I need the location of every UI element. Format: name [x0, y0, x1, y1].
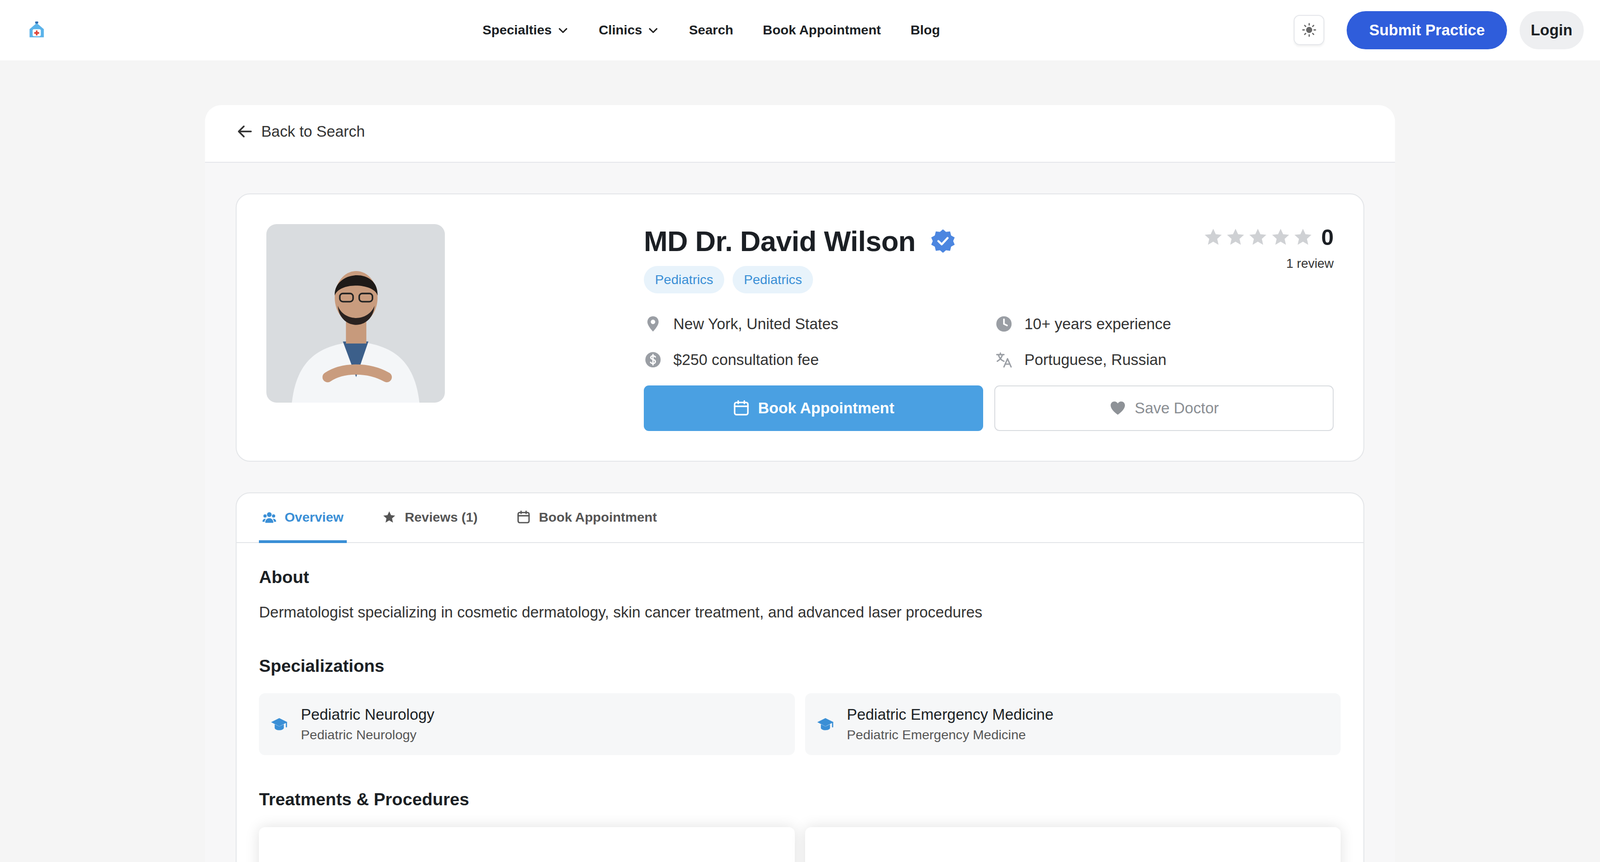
- heart-icon: [1109, 399, 1127, 417]
- star-icon: [1247, 226, 1269, 248]
- login-button[interactable]: Login: [1519, 11, 1584, 50]
- detail-item: $250 consultation fee: [643, 350, 983, 370]
- overview-panel: About Dermatologist specializing in cosm…: [236, 542, 1364, 862]
- dollar-icon: [643, 350, 663, 370]
- doctor-details: New York, United States 10+ years experi…: [643, 314, 1334, 369]
- star-icon: [1292, 226, 1314, 248]
- star-icon: [1225, 226, 1246, 248]
- tab-bar: Overview Reviews (1) Book Appointment: [236, 493, 1364, 543]
- specializations-list: Pediatric Neurology Pediatric Neurology …: [258, 693, 1341, 755]
- name-row: MD Dr. David Wilson PediatricsPediatrics…: [643, 224, 1334, 294]
- back-bar: Back to Search: [204, 105, 1395, 163]
- specialty-tag[interactable]: Pediatrics: [643, 265, 725, 294]
- doctor-info: MD Dr. David Wilson PediatricsPediatrics…: [643, 224, 1334, 432]
- nav-link[interactable]: Book Appointment: [762, 22, 881, 38]
- clock-icon: [994, 314, 1014, 334]
- name-line: MD Dr. David Wilson: [643, 224, 957, 259]
- nav-actions: Submit Practice Login: [1293, 11, 1584, 50]
- treatment-item: [805, 826, 1342, 862]
- specialization-item: Pediatric Emergency Medicine Pediatric E…: [805, 693, 1342, 755]
- graduation-cap-icon: [816, 714, 835, 734]
- about-text: Dermatologist specializing in cosmetic d…: [258, 603, 1341, 622]
- doctor-name: MD Dr. David Wilson: [643, 224, 916, 259]
- page: Specialties Clinics Search Book Appointm…: [0, 0, 1600, 862]
- profile-tabs-card: Overview Reviews (1) Book Appointment Ab…: [235, 492, 1365, 862]
- calendar-icon: [732, 399, 750, 417]
- save-doctor-button[interactable]: Save Doctor: [994, 385, 1334, 432]
- doctor-header-card: MD Dr. David Wilson PediatricsPediatrics…: [235, 193, 1365, 462]
- profile-actions: Book Appointment Save Doctor: [643, 385, 1334, 432]
- specialization-detail: Pediatric Neurology: [300, 727, 435, 743]
- back-link[interactable]: Back to Search: [235, 122, 365, 141]
- specialization-detail: Pediatric Emergency Medicine: [846, 727, 1054, 743]
- book-appointment-button[interactable]: Book Appointment: [643, 385, 984, 432]
- treatments-list: [258, 826, 1341, 862]
- nav-link[interactable]: Blog: [910, 22, 940, 38]
- verified-badge-icon: [929, 227, 957, 255]
- logo[interactable]: [26, 19, 47, 41]
- sun-icon: [1302, 22, 1317, 38]
- specialization-name: Pediatric Emergency Medicine: [846, 705, 1054, 724]
- treatments-title: Treatments & Procedures: [258, 789, 1341, 810]
- review-count[interactable]: 1 review: [1286, 256, 1334, 272]
- tab[interactable]: Book Appointment: [513, 493, 660, 543]
- submit-practice-button[interactable]: Submit Practice: [1346, 11, 1508, 50]
- chevron-down-icon: [647, 24, 660, 37]
- tab[interactable]: Overview: [258, 493, 347, 543]
- specialization-item: Pediatric Neurology Pediatric Neurology: [258, 693, 795, 755]
- rating-value: 0: [1321, 224, 1334, 251]
- doctor-photo: [266, 224, 445, 403]
- about-title: About: [258, 567, 1341, 588]
- arrow-left-icon: [235, 122, 255, 141]
- users-icon: [262, 509, 277, 525]
- rating: 0 1 review: [1203, 224, 1334, 272]
- nav-links: Specialties Clinics Search Book Appointm…: [46, 22, 1295, 38]
- calendar-icon: [516, 509, 531, 525]
- location-pin-icon: [643, 314, 663, 334]
- theme-toggle[interactable]: [1293, 14, 1324, 46]
- specialty-tag[interactable]: Pediatrics: [732, 265, 814, 294]
- navbar: Specialties Clinics Search Book Appointm…: [0, 0, 1600, 61]
- nav-link[interactable]: Clinics: [598, 22, 660, 38]
- specialization-text: Pediatric Neurology Pediatric Neurology: [300, 705, 435, 743]
- tab[interactable]: Reviews (1): [379, 493, 481, 543]
- star-icon: [1270, 226, 1291, 248]
- specializations-title: Specializations: [258, 655, 1341, 676]
- profile-container: Back to Search MD Dr. David Wilson Pedia…: [204, 105, 1395, 862]
- treatment-item: [258, 826, 795, 862]
- rating-line: 0: [1203, 224, 1334, 251]
- detail-item: 10+ years experience: [994, 314, 1334, 334]
- clinic-logo-icon: [26, 19, 47, 41]
- graduation-cap-icon: [270, 714, 289, 734]
- detail-item: Portuguese, Russian: [994, 350, 1334, 370]
- profile-body: MD Dr. David Wilson PediatricsPediatrics…: [204, 162, 1395, 862]
- doctor-portrait-icon: [266, 224, 445, 403]
- star-icon: [1203, 226, 1224, 248]
- specialty-tags: PediatricsPediatrics: [643, 265, 957, 294]
- specialization-text: Pediatric Emergency Medicine Pediatric E…: [846, 705, 1054, 743]
- chevron-down-icon: [556, 24, 569, 37]
- translate-icon: [994, 350, 1014, 370]
- detail-item: New York, United States: [643, 314, 983, 334]
- name-column: MD Dr. David Wilson PediatricsPediatrics: [643, 224, 957, 294]
- specialization-name: Pediatric Neurology: [300, 705, 435, 724]
- nav-link[interactable]: Specialties: [482, 22, 569, 38]
- nav-link[interactable]: Search: [688, 22, 734, 38]
- star-icon: [382, 509, 397, 525]
